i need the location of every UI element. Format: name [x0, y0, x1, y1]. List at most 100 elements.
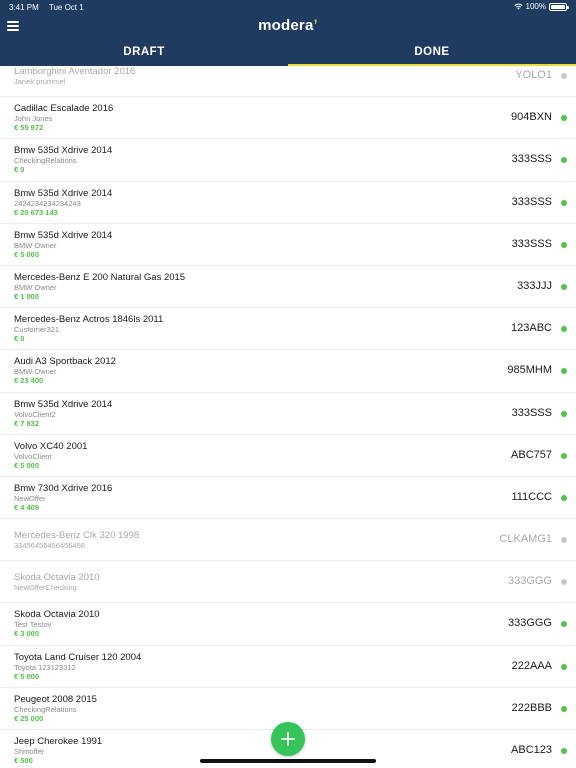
vehicle-title: Cadillac Escalade 2016	[14, 103, 114, 115]
status-date: Tue Oct 1	[48, 3, 84, 12]
status-dot	[561, 73, 567, 79]
list-item[interactable]: Bmw 535d Xdrive 2014 CheckingRelations € 0…	[0, 139, 576, 182]
list-item[interactable]: Mercedes-Benz E 200 Natural Gas 2015 BMW …	[0, 266, 576, 309]
vehicle-price: € 25 000	[14, 713, 44, 723]
vehicle-plate: 333SSS	[511, 237, 552, 250]
vehicle-owner: VolvoClient2	[14, 409, 56, 419]
status-dot	[561, 326, 567, 333]
tab-done[interactable]: DONE	[288, 40, 576, 66]
vehicle-list[interactable]: Lamborghini Aventador 2016 Janek prummel Y…	[0, 66, 576, 768]
plus-icon	[281, 732, 295, 746]
list-item[interactable]: Toyota Land Cruiser 120 2004 Toyota 12312…	[0, 646, 576, 688]
wifi-icon	[514, 3, 523, 10]
list-item[interactable]: Volvo XC40 2001 VolvoClient € 5 000 ABC757	[0, 435, 576, 477]
vehicle-price: € 5 000	[14, 671, 40, 681]
vehicle-owner: Toyota 123123312	[14, 662, 76, 672]
list-item[interactable]: Skoda Octavia 2010 NewOfferChecking 333GGG	[0, 561, 576, 604]
vehicle-price: € 5 000	[14, 249, 40, 259]
status-dot	[561, 452, 567, 459]
top-navbar: moderaʼ	[0, 14, 576, 40]
vehicle-title: Skoda Octavia 2010	[14, 609, 100, 621]
vehicle-title: Peugeot 2008 2015	[14, 693, 97, 705]
status-dot	[561, 283, 567, 290]
vehicle-price: € 0	[14, 334, 25, 344]
vehicle-title: Lamborghini Aventador 2016	[14, 66, 136, 77]
vehicle-plate: CLKAMG1	[499, 533, 552, 546]
vehicle-title: Mercedes-Benz Clk 320 1998	[14, 530, 140, 542]
status-dot	[561, 115, 567, 122]
brand-logo: moderaʼ	[258, 17, 318, 34]
vehicle-owner: 33456456456456456	[14, 541, 85, 551]
status-dot	[561, 579, 567, 586]
vehicle-plate: YOLO1	[515, 69, 552, 81]
vehicle-plate: 123ABC	[511, 322, 552, 335]
status-dot	[561, 621, 567, 628]
vehicle-plate: 333SSS	[511, 406, 552, 419]
vehicle-price: € 7 832	[14, 418, 40, 428]
vehicle-title: Bmw 730d Xdrive 2016	[14, 482, 113, 494]
list-item[interactable]: Bmw 535d Xdrive 2014 BMW Owner € 5 000 333S…	[0, 224, 576, 266]
vehicle-title: Volvo XC40 2001	[14, 440, 88, 452]
vehicle-price: € 20 673 143	[14, 207, 58, 217]
vehicle-plate: 333SSS	[511, 153, 552, 166]
list-item[interactable]: Mercedes-Benz Clk 320 1998 33456456456456…	[0, 519, 576, 562]
list-item[interactable]: Bmw 535d Xdrive 2014 2424234234234243 € 20…	[0, 182, 576, 224]
battery-icon	[549, 2, 569, 11]
status-dot	[561, 368, 567, 375]
vehicle-owner: VolvoClient	[14, 451, 52, 461]
add-vehicle-button[interactable]	[271, 722, 305, 756]
status-dot	[561, 157, 567, 164]
vehicle-price: € 55 972	[14, 123, 44, 133]
vehicle-title: Bmw 535d Xdrive 2014	[14, 398, 113, 410]
vehicle-plate: 333JJJ	[517, 279, 552, 292]
status-bar-left: 3:41 PM Tue Oct 1	[9, 3, 92, 12]
vehicle-owner: Shmoffer	[14, 747, 45, 756]
vehicle-plate: 985MHM	[507, 364, 552, 377]
list-item[interactable]: Mercedes-Benz Actros 1846ls 2011 Customer…	[0, 308, 576, 351]
list-item[interactable]: Bmw 535d Xdrive 2014 VolvoClient2 € 7 832 3…	[0, 393, 576, 435]
vehicle-owner: John Jones	[14, 114, 53, 124]
vehicle-plate: 333GGG	[507, 617, 552, 630]
list-item[interactable]: Bmw 730d Xdrive 2016 NewOffer € 4 409 111CC…	[0, 477, 576, 520]
vehicle-owner: CheckingRelations	[14, 156, 77, 166]
status-dot	[561, 748, 567, 754]
vehicle-owner: Test Testov	[14, 620, 52, 630]
vehicle-title: Bmw 535d Xdrive 2014	[14, 145, 113, 157]
vehicle-title: Audi A3 Sportback 2012	[14, 356, 116, 368]
vehicle-owner: Janek prummel	[14, 77, 66, 86]
vehicle-price: € 1 000	[14, 291, 40, 301]
list-item[interactable]: Lamborghini Aventador 2016 Janek prummel Y…	[0, 66, 576, 98]
status-dot	[561, 537, 567, 544]
vehicle-plate: ABC123	[511, 744, 552, 756]
vehicle-price: € 500	[14, 756, 33, 765]
vehicle-owner: 2424234234234243	[14, 198, 81, 208]
vehicle-plate: 333SSS	[511, 195, 552, 208]
status-dot	[561, 494, 567, 501]
vehicle-plate: 222BBB	[511, 701, 552, 714]
vehicle-owner: NewOffer	[14, 493, 46, 503]
vehicle-price: € 0	[14, 165, 25, 175]
tab-bar: DRAFT DONE	[0, 40, 576, 66]
vehicle-price: € 5 000	[14, 460, 40, 470]
status-dot	[561, 241, 567, 248]
status-time: 3:41 PM	[9, 3, 39, 12]
vehicle-owner: BMW Owner	[14, 282, 57, 292]
vehicle-title: Jeep Cherokee 1991	[14, 736, 103, 747]
status-dot	[561, 199, 567, 206]
list-item[interactable]: Cadillac Escalade 2016 John Jones € 55 972…	[0, 97, 576, 140]
vehicle-owner: CheckingRelations	[14, 704, 77, 714]
vehicle-price: € 3 000	[14, 629, 40, 639]
vehicle-plate: ABC757	[511, 448, 552, 461]
list-item[interactable]: Audi A3 Sportback 2012 BMW Owner € 23 400 9…	[0, 350, 576, 393]
vehicle-title: Mercedes-Benz Actros 1846ls 2011	[14, 314, 164, 326]
vehicle-title: Bmw 535d Xdrive 2014	[14, 187, 113, 199]
tab-draft[interactable]: DRAFT	[0, 40, 288, 66]
home-indicator	[200, 759, 376, 763]
vehicle-list-content: Lamborghini Aventador 2016 Janek prummel Y…	[0, 66, 576, 768]
vehicle-plate: 333GGG	[507, 575, 552, 588]
vehicle-owner: BMW Owner	[14, 367, 57, 377]
vehicle-plate: 111CCC	[511, 490, 552, 503]
vehicle-price: € 4 409	[14, 502, 40, 512]
vehicle-price: € 23 400	[14, 376, 44, 386]
list-item[interactable]: Skoda Octavia 2010 Test Testov € 3 000 333G…	[0, 603, 576, 646]
